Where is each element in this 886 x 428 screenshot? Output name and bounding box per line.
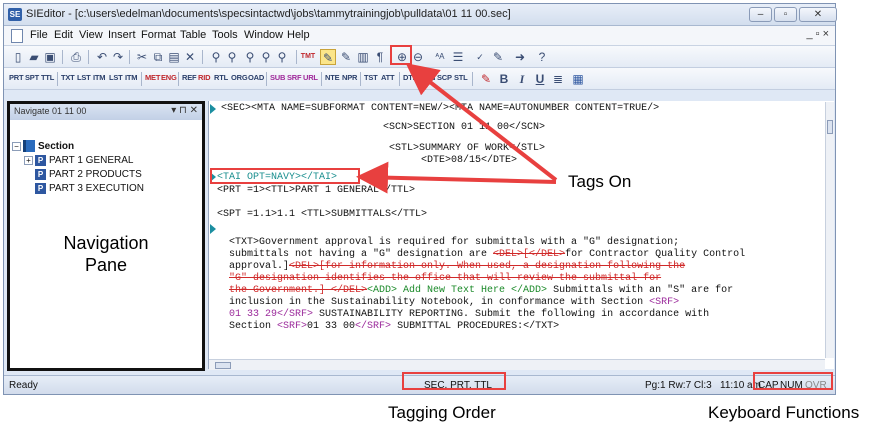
arrow-to-tags-on-button <box>405 63 558 182</box>
keyboard-functions-callout: Keyboard Functions <box>708 403 860 422</box>
callout-arrows <box>356 63 558 194</box>
arrow-to-tai-tag <box>356 161 557 194</box>
screenshot: SE SIEditor - [c:\users\edelman\document… <box>0 0 886 428</box>
tagging-order-callout: Tagging Order <box>388 403 496 422</box>
tags-on-callout: Tags On <box>568 172 632 191</box>
